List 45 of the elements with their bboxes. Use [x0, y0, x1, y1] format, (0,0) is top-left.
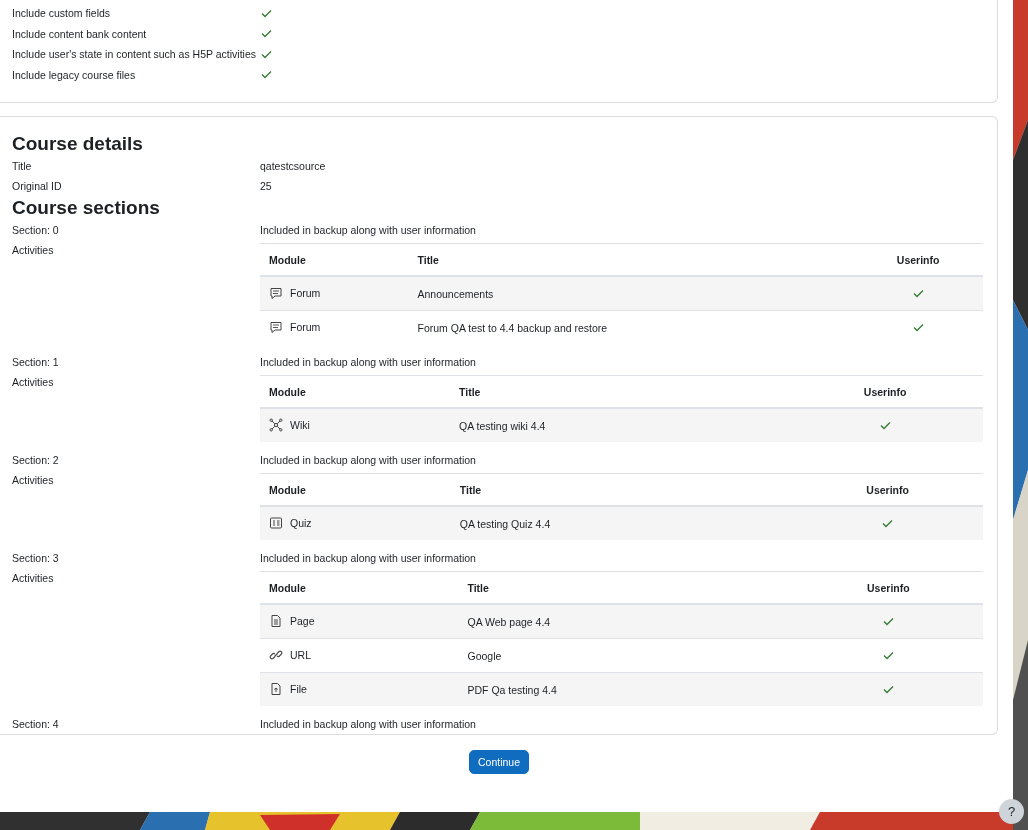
module-name: Quiz: [290, 516, 312, 529]
activities-label: Activities: [12, 375, 55, 390]
section-heading: Course sections: [12, 196, 161, 220]
activity-title: PDF Qa testing 4.4: [467, 683, 557, 696]
section-status: Included in backup along with user information: [260, 224, 476, 236]
section-label: Section: 4: [12, 718, 60, 730]
section-label: Section: 2: [12, 454, 60, 466]
activities-label: Activities: [12, 571, 55, 586]
activity-title: QA testing wiki 4.4: [459, 419, 546, 432]
field-value: 25: [260, 180, 272, 192]
activity-title: QA Web page 4.4: [467, 615, 551, 628]
continue-button[interactable]: Continue: [469, 750, 529, 774]
speech-bubble-icon: [269, 319, 283, 334]
speech-bubble-icon: [269, 285, 283, 300]
activity-title: QA testing Quiz 4.4: [459, 517, 551, 530]
field-value: qatestcsource: [260, 160, 326, 172]
activity-title: Announcements: [417, 287, 494, 300]
section-status: Included in backup along with user information: [260, 356, 476, 368]
section-label: Section: 1: [12, 356, 60, 368]
checklist-icon: [269, 515, 283, 530]
module-name: Forum: [290, 320, 321, 333]
activity-title: Google: [467, 649, 502, 662]
section-status: Included in backup along with user information: [260, 718, 476, 730]
module-name: File: [290, 682, 307, 695]
module-name: Forum: [290, 286, 321, 299]
setting-label: Include user's state in content such as H5P activities: [12, 48, 258, 61]
section-heading: Course details: [12, 132, 144, 156]
section-label: Section: 3: [12, 552, 60, 564]
activity-title: Forum QA test to 4.4 backup and restore: [417, 321, 608, 334]
setting-label: Include custom fields: [12, 7, 112, 20]
module-name: Wiki: [290, 418, 310, 431]
section-status: Included in backup along with user information: [260, 454, 476, 466]
field-label: Original ID: [12, 180, 63, 192]
file-icon: [269, 681, 283, 696]
module-name: URL: [290, 648, 311, 661]
network-icon: [269, 417, 283, 432]
setting-label: Include legacy course files: [12, 68, 137, 81]
module-name: Page: [290, 614, 315, 627]
section-label: Section: 0: [12, 224, 60, 236]
setting-label: Include content bank content: [12, 27, 148, 40]
document-icon: [269, 613, 283, 628]
section-status: Included in backup along with user information: [260, 552, 476, 564]
activities-label: Activities: [12, 243, 55, 258]
field-label: Title: [12, 160, 33, 172]
activities-label: Activities: [12, 473, 55, 488]
